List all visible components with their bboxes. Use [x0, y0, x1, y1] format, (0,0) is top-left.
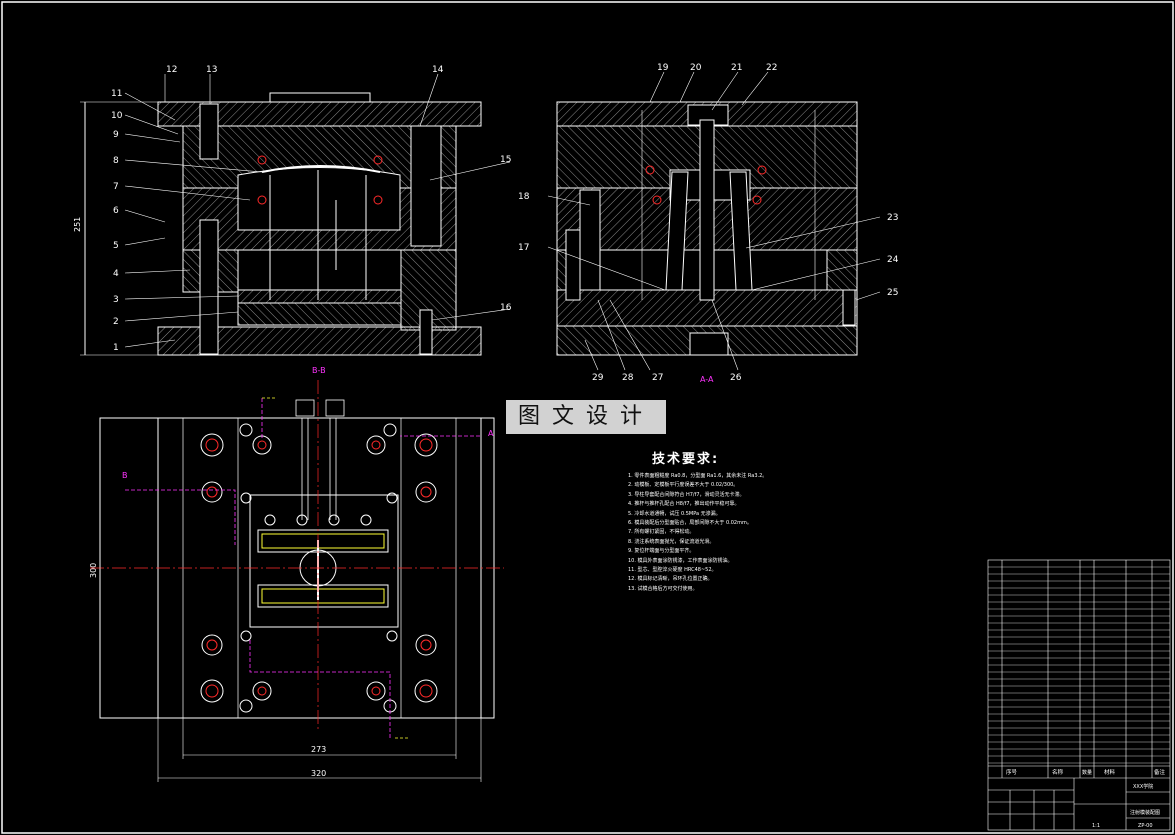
tb-header-note: 备注 — [1154, 768, 1166, 776]
tech-item: 3. 导柱导套配合间隙符合 H7/f7，滑动灵活无卡滞。 — [628, 491, 745, 498]
tb-scale: 1:1 — [1092, 823, 1100, 829]
section-view-left — [80, 92, 482, 356]
callout-10: 10 — [111, 111, 123, 121]
callout-9: 9 — [113, 130, 119, 140]
plan-label-a: A — [488, 429, 494, 438]
tech-item: 2. 动模板、定模板平行度误差不大于 0.02/300。 — [628, 482, 739, 489]
dim-plan-inner-width: 273 — [311, 745, 326, 754]
callout-26: 26 — [730, 373, 742, 383]
section-label-left: B-B — [312, 366, 326, 375]
dim-plan-outer-width: 320 — [311, 769, 326, 778]
callout-23: 23 — [887, 213, 898, 223]
callout-4: 4 — [113, 269, 119, 279]
section-view-right — [556, 101, 858, 356]
tech-item: 8. 浇注系统表面抛光，保证流道光滑。 — [628, 538, 715, 545]
callout-24: 24 — [887, 255, 899, 265]
callout-12: 12 — [166, 65, 177, 75]
callout-3: 3 — [113, 295, 119, 305]
tb-header-seq: 序号 — [1006, 768, 1018, 776]
callout-5: 5 — [113, 241, 119, 251]
callout-22: 22 — [766, 63, 777, 73]
callout-15: 15 — [500, 155, 511, 165]
callout-21: 21 — [731, 63, 742, 73]
tb-header-qty: 数量 — [1082, 769, 1092, 776]
tech-item: 12. 模具标记清晰，吊环孔位置正确。 — [628, 576, 713, 583]
callout-13: 13 — [206, 65, 217, 75]
callout-28: 28 — [622, 373, 634, 383]
callout-2: 2 — [113, 317, 119, 327]
parts-list-rows — [988, 566, 1170, 764]
tb-code: ZP-00 — [1138, 823, 1153, 829]
tb-header-name: 名称 — [1052, 768, 1064, 776]
callout-20: 20 — [690, 63, 702, 73]
callout-25: 25 — [887, 288, 898, 298]
tb-school: XXX学院 — [1133, 783, 1153, 790]
tech-requirements-list: 1. 零件表面粗糙度 Ra0.8，分型面 Ra1.6，其余未注 Ra3.2。 2… — [628, 472, 958, 594]
plan-label-b: B — [122, 471, 128, 480]
tb-drawing-name: 注射模装配图 — [1130, 809, 1160, 816]
callout-17: 17 — [518, 243, 529, 253]
tech-item: 1. 零件表面粗糙度 Ra0.8，分型面 Ra1.6，其余未注 Ra3.2。 — [628, 473, 768, 479]
tech-item: 4. 推杆与推杆孔配合 H8/f7，推出动作平稳可靠。 — [628, 501, 740, 508]
dim-plan-height: 300 — [89, 563, 98, 578]
callout-19: 19 — [657, 63, 669, 73]
callout-1: 1 — [113, 343, 119, 353]
tech-item: 6. 模具装配后分型面贴合，局部间隙不大于 0.02mm。 — [628, 519, 752, 526]
plan-view — [90, 380, 504, 782]
tech-item: 10. 模具外表面涂防锈漆，工作表面涂防锈油。 — [628, 557, 733, 564]
tech-item: 5. 冷却水道通畅，试压 0.5MPa 无渗漏。 — [628, 510, 721, 517]
callout-7: 7 — [113, 182, 119, 192]
tech-item: 13. 试模合格后方可交付使用。 — [628, 585, 698, 592]
callout-29: 29 — [592, 373, 604, 383]
tech-requirements-title: 技术要求: — [652, 452, 720, 467]
watermark-badge: 图文设计 — [506, 400, 666, 434]
callout-16: 16 — [500, 303, 512, 313]
dim-height-left: 251 — [73, 217, 82, 232]
callout-18: 18 — [518, 192, 530, 202]
callout-27: 27 — [652, 373, 663, 383]
tech-item: 11. 型芯、型腔淬火硬度 HRC48~52。 — [628, 566, 717, 573]
callout-14: 14 — [432, 65, 444, 75]
tech-item: 7. 所有螺钉紧固，不得松动。 — [628, 529, 695, 536]
callout-11: 11 — [111, 89, 122, 99]
callout-8: 8 — [113, 156, 119, 166]
tb-header-mat: 材料 — [1104, 768, 1116, 776]
tech-item: 9. 复位杆端面与分型面平齐。 — [628, 548, 695, 555]
section-label-right: A-A — [700, 375, 714, 384]
callout-6: 6 — [113, 206, 119, 216]
